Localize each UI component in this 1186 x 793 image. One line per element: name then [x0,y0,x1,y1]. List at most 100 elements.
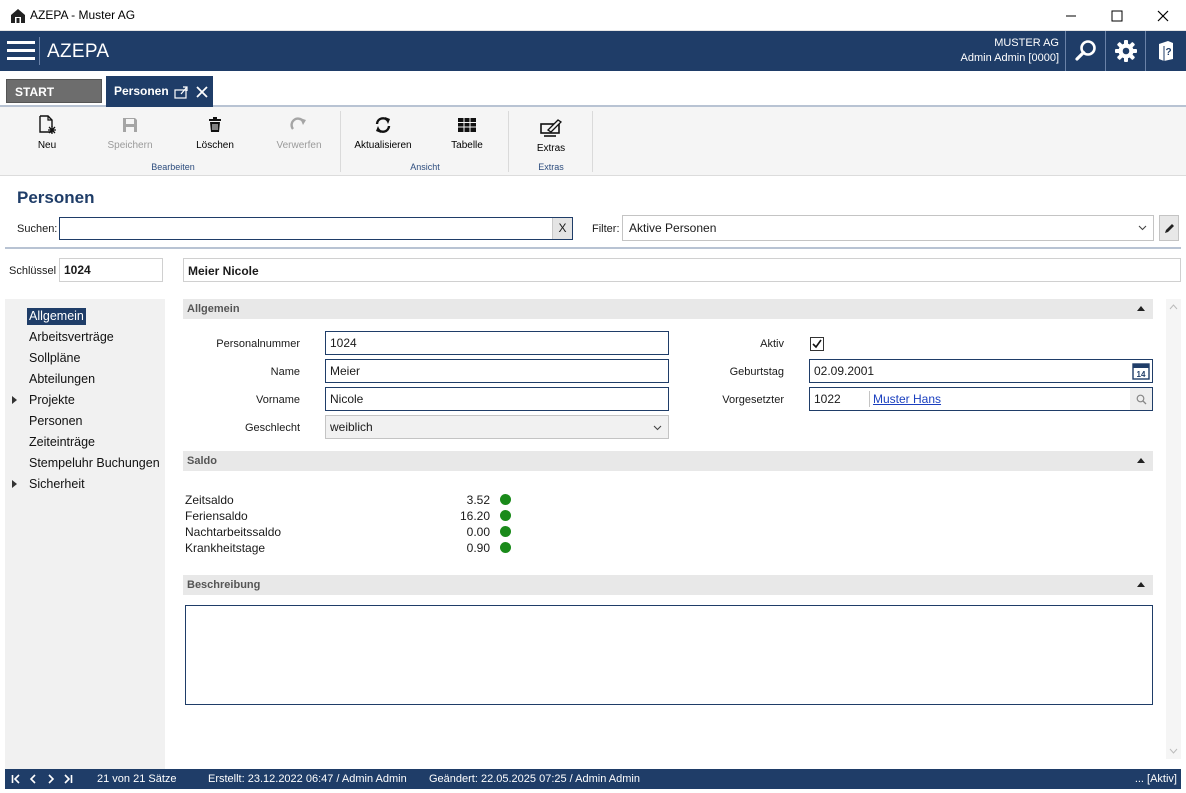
nav-item-abteilungen[interactable]: Abteilungen [27,371,97,388]
scroll-up-icon[interactable] [1169,304,1178,310]
table-label: Tabelle [451,140,483,151]
expand-projekte-icon[interactable] [12,396,17,404]
clear-search-button[interactable]: X [552,218,572,239]
refresh-label: Aktualisieren [354,140,412,151]
company-name: MUSTER AG [994,37,1059,49]
geschlecht-select[interactable]: weiblich [325,415,669,439]
azepa-logo-icon [11,9,25,23]
save-icon [123,118,137,132]
calendar-icon[interactable]: 14 [1132,362,1150,380]
save-button[interactable]: Speichern [105,115,155,151]
changed-info: Geändert: 22.05.2025 07:25 / Admin Admin [429,773,640,785]
filter-select[interactable]: Aktive Personen [622,215,1154,241]
refresh-button[interactable]: Aktualisieren [350,115,416,151]
vorgesetzter-search-button[interactable] [1130,388,1152,410]
gear-icon [1114,40,1137,62]
collapse-up-icon[interactable] [1137,458,1145,463]
saldo-value: 3.52 [466,493,490,507]
collapse-up-icon[interactable] [1137,582,1145,587]
saldo-label: Zeitsaldo [185,493,234,507]
beschreibung-textarea[interactable] [185,605,1153,705]
delete-button[interactable]: Löschen [190,115,240,151]
search-icon [1074,40,1096,61]
section-saldo-title: Saldo [187,455,217,467]
status-ok-indicator [500,526,511,537]
global-search-button[interactable] [1065,31,1105,71]
table-icon [458,118,476,132]
page-title: Personen [17,188,95,207]
app-brand: AZEPA [47,41,110,62]
vorgesetzter-field[interactable]: 1022 Muster Hans [809,387,1153,411]
tab-bar: START Personen [0,71,1186,107]
section-saldo-header[interactable]: Saldo [183,451,1153,471]
vorgesetzter-link[interactable]: Muster Hans [873,392,941,406]
search-input[interactable]: X [59,217,573,240]
vorname-field[interactable]: Nicole [325,387,669,411]
group-ansicht: Ansicht [410,162,440,172]
name-field[interactable]: Meier [325,359,669,383]
maximize-icon [1111,10,1123,21]
nav-item-projekte[interactable]: Projekte [27,392,77,409]
help-button[interactable]: ? [1145,31,1185,71]
discard-button[interactable]: Verwerfen [272,115,326,151]
expand-sicherheit-icon[interactable] [12,480,17,488]
close-icon [1157,10,1169,21]
menu-icon[interactable] [7,41,35,61]
settings-button[interactable] [1105,31,1145,71]
content-scrollbar[interactable] [1166,299,1181,759]
next-record-icon[interactable] [46,774,56,784]
discard-label: Verwerfen [276,140,322,151]
nav-item-allgemein[interactable]: Allgemein [27,308,86,325]
detach-tab-icon[interactable] [174,85,190,99]
checkmark-icon [812,339,822,349]
section-beschreibung-title: Beschreibung [187,579,261,591]
tab-personen[interactable]: Personen [106,76,213,107]
tab-start[interactable]: START [6,79,102,103]
table-button[interactable]: Tabelle [442,115,492,151]
edit-filter-button[interactable] [1159,215,1179,241]
redo-icon [290,117,306,130]
saldo-value: 0.00 [466,525,490,539]
personalnummer-field[interactable]: 1024 [325,331,669,355]
close-window-button[interactable] [1140,0,1186,31]
search-icon [1136,394,1146,404]
nav-item-zeiteintraege[interactable]: Zeiteinträge [27,434,97,451]
new-label: Neu [37,140,57,151]
personalnummer-label: Personalnummer [216,338,300,350]
nav-item-sollplaene[interactable]: Sollpläne [27,350,82,367]
record-count: 21 von 21 Sätze [97,773,177,785]
collapse-up-icon[interactable] [1137,306,1145,311]
aktiv-checkbox[interactable] [810,337,824,351]
chevron-down-icon [653,425,662,431]
nav-item-personen[interactable]: Personen [27,413,85,430]
scroll-down-icon[interactable] [1169,748,1178,754]
status-ok-indicator [500,510,511,521]
nav-item-arbeitsvertraege[interactable]: Arbeitsverträge [27,329,116,346]
refresh-icon [375,117,391,133]
created-info: Erstellt: 23.12.2022 06:47 / Admin Admin [208,773,407,785]
maximize-button[interactable] [1094,0,1140,31]
geburtstag-field[interactable]: 02.09.2001 14 [809,359,1153,383]
last-record-icon[interactable] [63,774,73,784]
close-tab-icon[interactable] [195,85,209,99]
group-bearbeiten: Bearbeiten [151,162,195,172]
section-beschreibung-header[interactable]: Beschreibung [183,575,1153,595]
minimize-button[interactable] [1048,0,1094,31]
previous-record-icon[interactable] [28,774,38,784]
key-field[interactable]: 1024 [59,258,163,282]
vorgesetzter-id: 1022 [814,392,841,406]
extras-button[interactable]: Extras [526,118,576,154]
name-label: Name [270,366,300,378]
first-record-icon[interactable] [11,774,21,784]
new-button[interactable]: Neu [22,115,72,151]
ribbon-toolbar: Neu Speichern Löschen Verwerfen Aktualis [0,107,1186,176]
saldo-label: Krankheitstage [185,541,266,555]
save-label: Speichern [107,140,153,151]
section-allgemein-header[interactable]: Allgemein [183,299,1153,319]
search-label: Suchen: [17,223,58,235]
filter-value: Aktive Personen [629,221,717,235]
nav-item-stempeluhr-buchungen[interactable]: Stempeluhr Buchungen [27,455,162,472]
window-title: AZEPA - Muster AG [30,8,136,22]
geburtstag-value: 02.09.2001 [814,364,875,378]
nav-item-sicherheit[interactable]: Sicherheit [27,476,87,493]
